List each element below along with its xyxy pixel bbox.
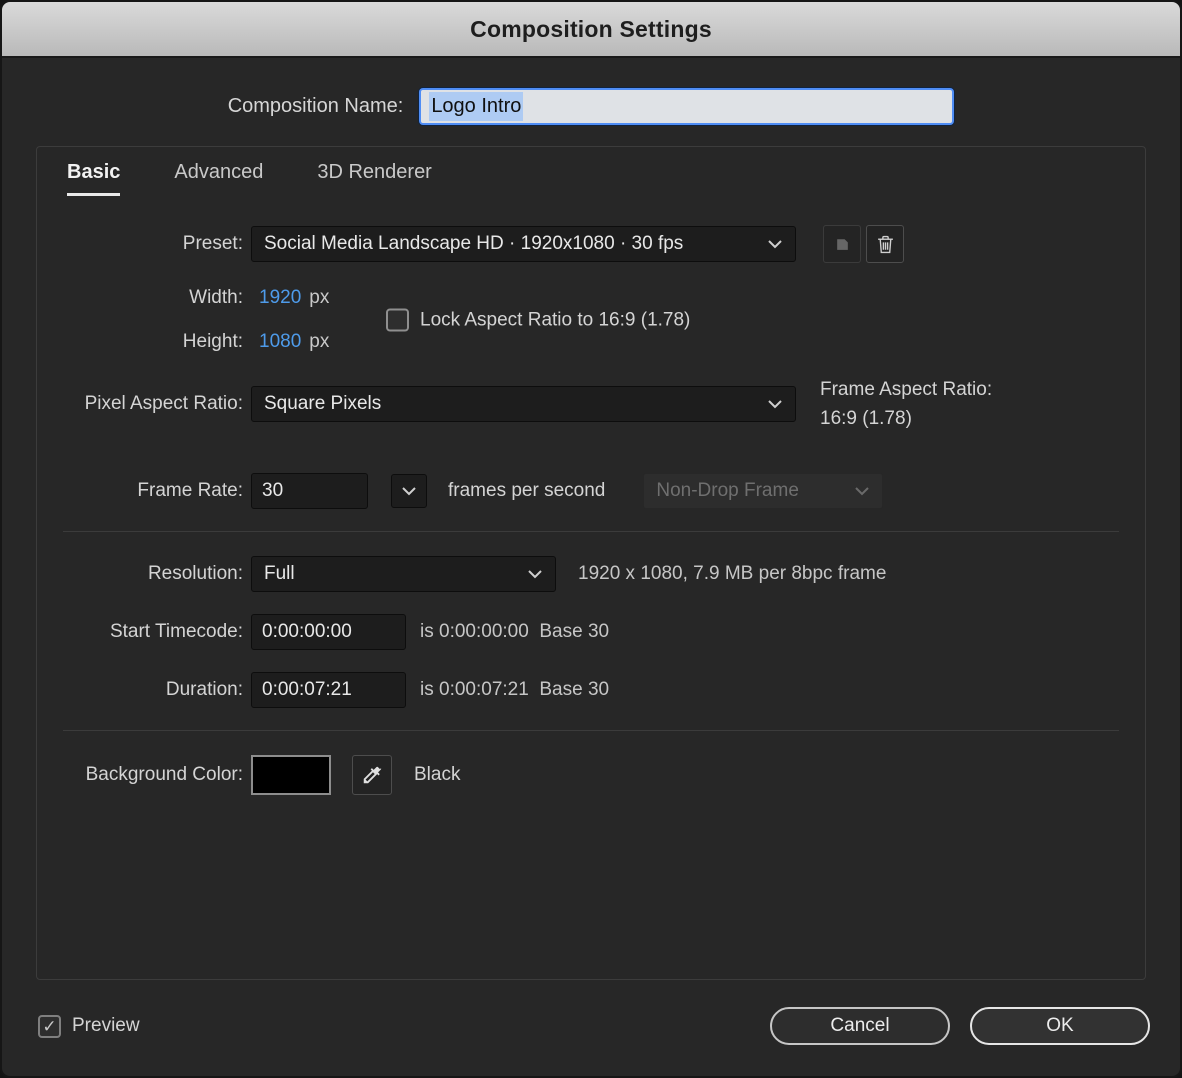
preset-value: Social Media Landscape HD · 1920x1080 · … (264, 233, 683, 255)
duration-input[interactable] (251, 672, 406, 708)
cancel-button-label: Cancel (830, 1015, 889, 1037)
cancel-button[interactable]: Cancel (770, 1007, 950, 1045)
start-timecode-input[interactable] (251, 614, 406, 650)
width-unit: px (309, 287, 329, 309)
background-color-name: Black (414, 764, 460, 786)
pixel-aspect-value: Square Pixels (264, 393, 381, 415)
height-row: Height: 1080 px (37, 331, 1145, 353)
resolution-dropdown[interactable]: Full (251, 556, 556, 592)
chevron-down-icon (767, 399, 783, 409)
ok-button[interactable]: OK (970, 1007, 1150, 1045)
preview-toggle[interactable]: ✓ Preview (38, 1015, 140, 1038)
height-unit: px (309, 331, 329, 353)
preview-checkbox[interactable]: ✓ (38, 1015, 61, 1038)
preset-row: Preset: Social Media Landscape HD · 1920… (37, 225, 1145, 263)
check-icon: ✓ (42, 1018, 56, 1035)
composition-name-value: Logo Intro (429, 92, 523, 121)
tab-basic[interactable]: Basic (67, 161, 120, 196)
frames-per-second-label: frames per second (448, 480, 605, 502)
ok-button-label: OK (1046, 1015, 1073, 1037)
duration-row: Duration: is 0:00:07:21 Base 30 (37, 672, 1145, 708)
width-row: Width: 1920 px (37, 287, 1145, 309)
start-timecode-info: is 0:00:00:00 Base 30 (420, 621, 609, 643)
divider (63, 531, 1119, 532)
background-color-label: Background Color: (37, 764, 243, 786)
start-timecode-row: Start Timecode: is 0:00:00:00 Base 30 (37, 614, 1145, 650)
dialog-title: Composition Settings (470, 16, 712, 43)
eyedropper-button[interactable] (352, 755, 392, 795)
tab-3d-renderer-label: 3D Renderer (317, 161, 432, 183)
frame-rate-input[interactable] (251, 473, 368, 509)
preset-dropdown[interactable]: Social Media Landscape HD · 1920x1080 · … (251, 226, 796, 262)
pixel-aspect-label: Pixel Aspect Ratio: (37, 393, 243, 415)
frame-rate-label: Frame Rate: (37, 480, 243, 502)
drop-frame-dropdown: Non-Drop Frame (643, 473, 883, 509)
frame-aspect-block: Frame Aspect Ratio: 16:9 (1.78) (820, 375, 992, 433)
lock-aspect-row: Lock Aspect Ratio to 16:9 (1.78) (386, 309, 690, 332)
save-preset-icon (834, 236, 851, 253)
eyedropper-icon (361, 764, 383, 786)
frame-aspect-label: Frame Aspect Ratio: (820, 375, 992, 404)
preset-label: Preset: (37, 233, 243, 255)
resolution-label: Resolution: (37, 563, 243, 585)
settings-panel: Basic Advanced 3D Renderer Preset: Socia… (36, 146, 1146, 980)
save-preset-button[interactable] (823, 225, 861, 263)
trash-icon (877, 235, 894, 254)
resolution-info: 1920 x 1080, 7.9 MB per 8bpc frame (578, 563, 886, 585)
tab-3d-renderer[interactable]: 3D Renderer (317, 161, 432, 193)
background-color-swatch[interactable] (251, 755, 331, 795)
frame-aspect-value: 16:9 (1.78) (820, 404, 992, 433)
width-label: Width: (37, 287, 243, 309)
height-value[interactable]: 1080 (259, 331, 301, 353)
duration-label: Duration: (37, 679, 243, 701)
chevron-down-icon (854, 486, 870, 496)
composition-name-label: Composition Name: (228, 95, 404, 118)
chevron-down-icon (401, 486, 417, 496)
composition-name-input[interactable]: Logo Intro (419, 88, 954, 125)
width-value[interactable]: 1920 (259, 287, 301, 309)
pixel-aspect-row: Pixel Aspect Ratio: Square Pixels Frame … (37, 375, 1145, 433)
dimensions-block: Width: 1920 px Height: 1080 px Lock Aspe… (37, 287, 1145, 353)
background-color-row: Background Color: Black (37, 755, 1145, 795)
tab-advanced-label: Advanced (174, 161, 263, 183)
delete-preset-button[interactable] (866, 225, 904, 263)
start-timecode-label: Start Timecode: (37, 621, 243, 643)
frame-rate-row: Frame Rate: frames per second Non-Drop F… (37, 473, 1145, 509)
lock-aspect-label: Lock Aspect Ratio to 16:9 (1.78) (420, 309, 690, 331)
resolution-value: Full (264, 563, 295, 585)
divider (63, 730, 1119, 731)
composition-settings-dialog: Composition Settings Composition Name: L… (0, 0, 1182, 1078)
resolution-row: Resolution: Full 1920 x 1080, 7.9 MB per… (37, 556, 1145, 592)
chevron-down-icon (527, 569, 543, 579)
composition-name-row: Composition Name: Logo Intro (2, 88, 1180, 125)
tab-advanced[interactable]: Advanced (174, 161, 263, 193)
lock-aspect-checkbox[interactable] (386, 309, 409, 332)
dialog-titlebar[interactable]: Composition Settings (2, 2, 1180, 58)
preview-label: Preview (72, 1015, 140, 1037)
height-label: Height: (37, 331, 243, 353)
chevron-down-icon (767, 239, 783, 249)
dialog-footer: ✓ Preview Cancel OK (2, 980, 1180, 1072)
tab-basic-label: Basic (67, 161, 120, 183)
tab-bar: Basic Advanced 3D Renderer (37, 161, 1145, 207)
drop-frame-value: Non-Drop Frame (656, 480, 799, 502)
pixel-aspect-dropdown[interactable]: Square Pixels (251, 386, 796, 422)
frame-rate-dropdown-button[interactable] (391, 474, 427, 508)
duration-info: is 0:00:07:21 Base 30 (420, 679, 609, 701)
